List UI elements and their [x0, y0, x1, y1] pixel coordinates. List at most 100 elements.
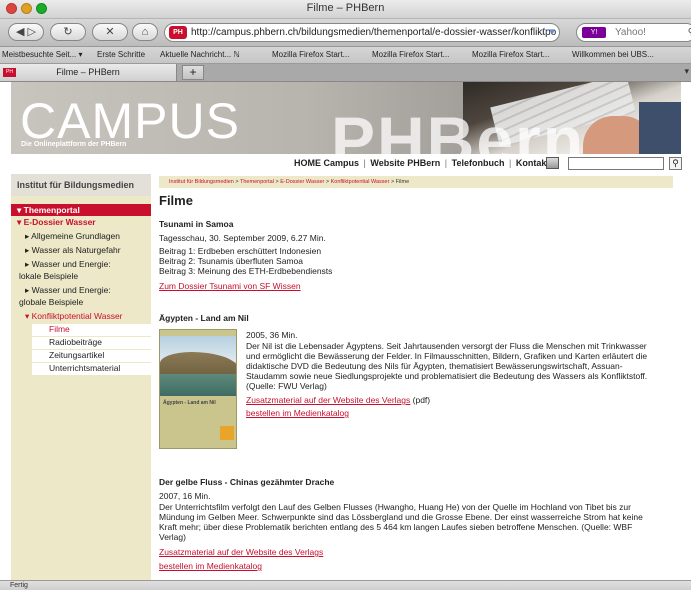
status-bar: Fertig [0, 580, 691, 590]
sidebar-item-konfliktpotential[interactable]: ▾ Konfliktpotential Wasser [25, 311, 123, 322]
sidebar-item-e-dossier-wasser[interactable]: ▾ E-Dossier Wasser [17, 217, 96, 228]
breadcrumb-separator: > [390, 179, 395, 185]
stop-icon: ✕ [105, 26, 115, 38]
home-icon: ⌂ [141, 26, 149, 38]
sidebar-item-label: Konfliktpotential Wasser [31, 311, 123, 321]
collapsed-arrow-icon: ▸ [25, 285, 32, 295]
film-description-line: didaktische DVD die Bedeutung des Nils f… [246, 361, 623, 371]
url-text: http://campus.phbern.ch/bildungsmedien/t… [191, 27, 557, 38]
sidebar-item-zeitungsartikel[interactable]: Zeitungsartikel [32, 350, 151, 362]
film-title: Tsunami in Samoa [159, 219, 234, 229]
nav-separator: | [444, 158, 448, 168]
sidebar-item-themenportal[interactable]: ▾ Themenportal [11, 204, 151, 216]
breadcrumb: Institut für Bildungsmedien > Themenport… [159, 176, 673, 188]
expanded-arrow-icon: ▾ [25, 311, 32, 321]
site-search-input[interactable] [568, 157, 664, 170]
film-meta: 2005, 36 Min. [246, 330, 298, 340]
film-segment: Beitrag 3: Meinung des ETH-Erdbebendiens… [159, 266, 333, 276]
nav-telefonbuch[interactable]: Telefonbuch [452, 158, 505, 168]
stop-button[interactable]: ✕ [92, 23, 128, 41]
bookmark-ubs[interactable]: Willkommen bei UBS... [572, 50, 654, 59]
sidebar-item-naturgefahr[interactable]: ▸ Wasser als Naturgefahr [25, 245, 121, 256]
sidebar-item-unterrichtsmaterial[interactable]: Unterrichtsmaterial [32, 363, 151, 375]
tab-list-arrow-icon[interactable]: ▾ [684, 66, 689, 77]
home-button[interactable]: ⌂ [132, 23, 158, 41]
film-meta: Tagesschau, 30. September 2009, 6.27 Min… [159, 233, 326, 243]
film-description-line: Der Nil ist die Lebensader Ägyptens. Sei… [246, 341, 647, 351]
sidebar-item-energie-global[interactable]: ▸ Wasser und Energie: [25, 285, 111, 296]
print-icon[interactable] [546, 157, 559, 169]
site-search-button[interactable]: ⚲ [669, 157, 682, 170]
breadcrumb-current: Filme [395, 179, 410, 185]
breadcrumb-link[interactable]: Themenportal [240, 179, 274, 185]
film-segment: Beitrag 2: Tsunamis überfluten Samoa [159, 256, 303, 266]
film-description-line: Der Unterrichtsfilm verfolgt den Lauf de… [159, 502, 631, 512]
sidebar-item-allgemeine-grundlagen[interactable]: ▸ Allgemeine Grundlagen [25, 231, 120, 242]
nav-kontakt[interactable]: Kontakt [516, 158, 550, 168]
bookmark-getting-started[interactable]: Erste Schritte [97, 50, 145, 59]
bookmark-most-visited[interactable]: Meistbesuchte Seit... ▾ [2, 50, 83, 59]
sidebar-item-filme[interactable]: Filme [32, 324, 151, 336]
url-bar[interactable]: PH http://campus.phbern.ch/bildungsmedie… [164, 23, 560, 42]
search-icon: ⚲ [672, 158, 679, 168]
sidebar-item-label: Wasser und Energie: [31, 285, 111, 295]
collapsed-arrow-icon: ▸ [25, 245, 32, 255]
publisher-material-link[interactable]: Zusatzmaterial auf der Website des Verla… [159, 547, 323, 558]
web-search-field[interactable]: Y! Yahoo! ⚲ [576, 23, 691, 42]
order-catalog-link[interactable]: bestellen im Medienkatalog [159, 561, 262, 572]
nav-website-phbern[interactable]: Website PHBern [370, 158, 440, 168]
tsunami-dossier-link[interactable]: Zum Dossier Tsunami von SF Wissen [159, 281, 301, 292]
film-title: Ägypten - Land am Nil [159, 313, 249, 323]
dvd-cover-image: Ägypten - Land am Nil [159, 329, 237, 449]
banner-tagline: Die Onlineplattform der PHBern [21, 141, 127, 148]
sidebar-item-label: Wasser und Energie: [31, 259, 111, 269]
sleeve-image [639, 102, 681, 154]
tab-filme[interactable]: PH Filme – PHBern [0, 64, 177, 81]
top-navigation: HOME Campus | Website PHBern | Telefonbu… [11, 154, 682, 174]
nav-home-campus[interactable]: HOME Campus [294, 158, 359, 168]
search-placeholder: Yahoo! [615, 27, 646, 38]
phbern-watermark: PHBern [331, 103, 586, 154]
back-forward-button[interactable]: ◀ ▷ [8, 23, 44, 41]
sidebar-item-energie-global-cont[interactable]: globale Beispiele [19, 297, 83, 308]
collapsed-arrow-icon: ▸ [25, 259, 32, 269]
sidebar-heading[interactable]: Institut für Bildungsmedien [11, 174, 151, 196]
bookmark-firefox-start-3[interactable]: Mozilla Firefox Start... [472, 50, 549, 59]
breadcrumb-link[interactable]: Institut für Bildungsmedien [169, 179, 234, 185]
cover-river [160, 374, 236, 396]
page-title: Filme [159, 193, 193, 208]
film-meta: 2007, 16 Min. [159, 491, 211, 501]
sidebar-item-energie-lokal-cont[interactable]: lokale Beispiele [19, 271, 78, 282]
bookmark-news[interactable]: Aktuelle Nachricht... ℕ [160, 50, 240, 59]
breadcrumb-separator: > [325, 179, 330, 185]
publisher-material-link[interactable]: Zusatzmaterial auf der Website des Verla… [246, 395, 410, 405]
sidebar-item-label: Wasser als Naturgefahr [31, 245, 121, 255]
sidebar-item-label: Themenportal [23, 205, 80, 215]
nav-separator: | [363, 158, 366, 168]
yahoo-engine-icon[interactable]: Y! [582, 27, 606, 38]
sidebar-item-label: E-Dossier Wasser [23, 217, 96, 227]
breadcrumb-link[interactable]: E-Dossier Wasser [280, 179, 324, 185]
sidebar-item-radiobeitraege[interactable]: Radiobeiträge [32, 337, 151, 349]
window-titlebar: Filme – PHBern [0, 0, 691, 19]
reload-button[interactable]: ↻ [50, 23, 86, 41]
breadcrumb-link[interactable]: Konfliktpotential Wasser [331, 179, 390, 185]
expanded-arrow-icon: ▾ [17, 205, 24, 215]
bookmark-firefox-start-1[interactable]: Mozilla Firefox Start... [272, 50, 349, 59]
film-description-line: Verlag) [159, 532, 186, 542]
new-tab-button[interactable]: + [182, 65, 204, 80]
tab-strip: PH Filme – PHBern + ▾ [0, 64, 691, 82]
back-arrow-icon: ◀ ▷ [16, 26, 36, 38]
window-title: Filme – PHBern [306, 2, 385, 14]
breadcrumb-separator: > [235, 179, 239, 185]
link-file-type: (pdf) [412, 395, 431, 405]
film-description-line: Kraft mehr; über diese Problematik beric… [159, 522, 633, 532]
sidebar-item-energie-lokal[interactable]: ▸ Wasser und Energie: [25, 259, 111, 270]
order-catalog-link[interactable]: bestellen im Medienkatalog [246, 408, 349, 419]
tab-label: Filme – PHBern [56, 67, 120, 77]
bookmark-star-icon[interactable]: ☆▾ [540, 24, 555, 41]
film-description-line: Staudamm sowie neue Siedlungsprojekte un… [246, 371, 648, 381]
bookmark-firefox-start-2[interactable]: Mozilla Firefox Start... [372, 50, 449, 59]
sidebar: Institut für Bildungsmedien ▾ Themenport… [11, 174, 151, 580]
film-segment: Beitrag 1: Erdbeben erschüttert Indonesi… [159, 246, 322, 256]
